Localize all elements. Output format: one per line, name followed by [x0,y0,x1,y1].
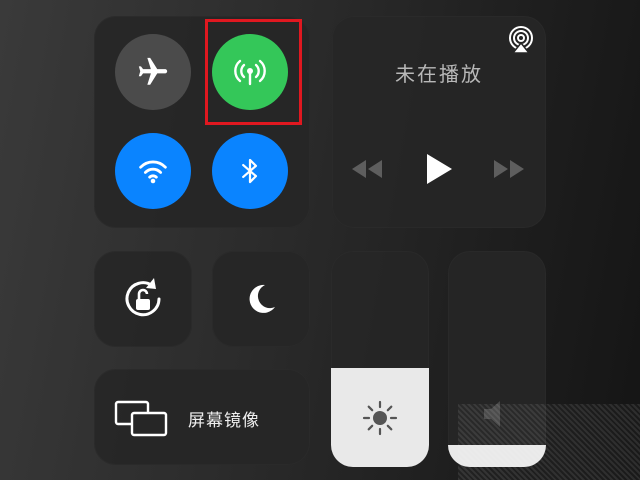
airplane-mode-button[interactable] [115,34,191,110]
bluetooth-icon [242,158,258,184]
sun-icon-wrap [360,398,400,438]
bluetooth-button[interactable] [212,133,288,209]
rotation-lock-button[interactable] [105,261,181,337]
noise-patch [458,404,640,480]
screen-mirroring-label: 屏幕镜像 [188,411,260,431]
airplay-button[interactable] [505,24,537,56]
rewind-button[interactable] [350,157,384,181]
screen-mirroring-icon [114,400,168,437]
fast-forward-button[interactable] [492,157,526,181]
rotation-lock-icon [125,278,161,317]
play-button[interactable] [424,152,454,186]
wifi-icon [139,160,167,184]
airplay-icon [509,26,533,54]
highlight-box [205,19,302,125]
airplane-icon [138,57,168,85]
sun-icon [362,400,398,436]
fast-forward-icon [494,160,524,178]
play-icon [427,154,452,184]
do-not-disturb-button[interactable] [223,261,299,337]
rewind-icon [352,160,382,178]
moon-icon [249,284,275,313]
screen-mirroring-icon-wrap [112,398,170,440]
media-title: 未在播放 [395,62,483,86]
wifi-button[interactable] [115,133,191,209]
